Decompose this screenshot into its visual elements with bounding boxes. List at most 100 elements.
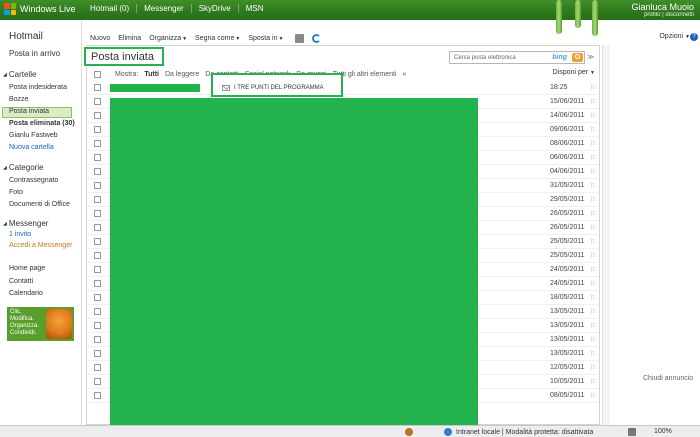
flag-icon[interactable]: ⚐ bbox=[590, 280, 596, 288]
new-button[interactable]: Nuovo bbox=[86, 35, 114, 42]
messenger-signin-link[interactable]: Accedi a Messenger bbox=[9, 242, 72, 249]
flag-icon[interactable]: ⚐ bbox=[590, 308, 596, 316]
flag-icon[interactable]: ⚐ bbox=[590, 238, 596, 246]
collapse-chevron-icon[interactable]: ≫ bbox=[587, 53, 594, 61]
filter-unread[interactable]: Da leggere bbox=[165, 71, 199, 78]
flag-icon[interactable]: ⚐ bbox=[590, 392, 596, 400]
sidebar-item-junk[interactable]: Posta indesiderata bbox=[9, 84, 67, 91]
flag-icon[interactable]: ⚐ bbox=[590, 210, 596, 218]
flag-icon[interactable]: ⚐ bbox=[590, 182, 596, 190]
row-checkbox[interactable] bbox=[94, 364, 101, 371]
refresh-icon[interactable] bbox=[312, 33, 322, 43]
row-checkbox[interactable] bbox=[94, 252, 101, 259]
row-checkbox[interactable] bbox=[94, 140, 101, 147]
select-all-checkbox[interactable] bbox=[94, 70, 101, 78]
sidebar-link-contacts[interactable]: Contatti bbox=[9, 278, 33, 285]
row-checkbox[interactable] bbox=[94, 378, 101, 385]
row-checkbox[interactable] bbox=[94, 154, 101, 161]
hotmail-title[interactable]: Hotmail bbox=[9, 31, 43, 42]
search-box[interactable]: Cerca posta elettronica bing bbox=[449, 51, 585, 64]
sidebar-item-fastweb[interactable]: Gianlu Fastweb bbox=[9, 132, 58, 139]
flag-icon[interactable]: ⚐ bbox=[590, 224, 596, 232]
row-checkbox[interactable] bbox=[94, 294, 101, 301]
row-checkbox[interactable] bbox=[94, 238, 101, 245]
sidebar-item-sent[interactable]: Posta inviata bbox=[2, 107, 72, 118]
messenger-invite-link[interactable]: 1 invito bbox=[9, 231, 31, 238]
security-zone[interactable]: Intranet locale | Modalità protetta: dis… bbox=[444, 428, 593, 436]
row-checkbox[interactable] bbox=[94, 168, 101, 175]
flag-icon[interactable]: ⚐ bbox=[590, 322, 596, 330]
row-checkbox[interactable] bbox=[94, 392, 101, 399]
row-checkbox[interactable] bbox=[94, 196, 101, 203]
row-checkbox[interactable] bbox=[94, 84, 101, 91]
settings-icon[interactable] bbox=[628, 428, 636, 436]
help-icon[interactable]: ? bbox=[690, 33, 698, 41]
close-ad-link[interactable]: Chiudi annuncio bbox=[643, 375, 693, 382]
row-checkbox[interactable] bbox=[94, 280, 101, 287]
flag-icon[interactable]: ⚐ bbox=[590, 294, 596, 302]
sidebar-item-inbox[interactable]: Posta in arrivo bbox=[9, 49, 60, 58]
sidebar-item-deleted[interactable]: Posta eliminata (30) bbox=[9, 120, 75, 127]
highlighted-message-subject[interactable]: I TRE PUNTI DEL PROGRAMMA bbox=[211, 73, 343, 97]
categories-section[interactable]: ◢ Categorie bbox=[3, 163, 44, 172]
sort-menu[interactable]: Disponi per ▼ bbox=[553, 69, 595, 76]
search-icon[interactable] bbox=[572, 53, 583, 62]
nav-hotmail[interactable]: Hotmail (0) bbox=[90, 4, 136, 13]
new-folder-link[interactable]: Nuova cartella bbox=[9, 144, 54, 151]
row-checkbox[interactable] bbox=[94, 182, 101, 189]
nav-messenger[interactable]: Messenger bbox=[136, 4, 191, 13]
flag-icon[interactable]: ⚐ bbox=[590, 168, 596, 176]
nav-msn[interactable]: MSN bbox=[237, 4, 271, 13]
row-checkbox[interactable] bbox=[94, 210, 101, 217]
print-icon[interactable] bbox=[295, 33, 305, 43]
flag-icon[interactable]: ⚐ bbox=[590, 378, 596, 386]
zoom-level[interactable]: 100% bbox=[654, 428, 672, 435]
sidebar-item-office-docs[interactable]: Documenti di Office bbox=[9, 201, 70, 208]
user-links[interactable]: profilo | disconnetti bbox=[631, 12, 694, 18]
flag-icon[interactable]: ⚐ bbox=[590, 84, 596, 92]
sidebar-item-flagged[interactable]: Contrassegnato bbox=[9, 177, 58, 184]
sidebar-link-home[interactable]: Home page bbox=[9, 265, 45, 272]
delete-button[interactable]: Elimina bbox=[114, 35, 145, 42]
folders-section[interactable]: ◢ Cartelle bbox=[3, 70, 36, 79]
user-name[interactable]: Gianluca Muoio bbox=[631, 2, 694, 12]
row-checkbox[interactable] bbox=[94, 126, 101, 133]
sidebar-item-photos[interactable]: Foto bbox=[9, 189, 23, 196]
row-checkbox[interactable] bbox=[94, 112, 101, 119]
sidebar-link-calendar[interactable]: Calendario bbox=[9, 290, 43, 297]
messenger-section[interactable]: ◢ Messenger bbox=[3, 219, 48, 228]
flag-icon[interactable]: ⚐ bbox=[590, 154, 596, 162]
filter-all[interactable]: Tutti bbox=[144, 71, 159, 78]
flag-icon[interactable]: ⚐ bbox=[590, 350, 596, 358]
flag-icon[interactable]: ⚐ bbox=[590, 252, 596, 260]
zone-label: Intranet locale | Modalità protetta: dis… bbox=[456, 428, 594, 436]
row-checkbox[interactable] bbox=[94, 350, 101, 357]
row-checkbox[interactable] bbox=[94, 308, 101, 315]
flag-icon[interactable]: ⚐ bbox=[590, 266, 596, 274]
chevron-left-icon[interactable]: « bbox=[403, 71, 407, 78]
row-checkbox[interactable] bbox=[94, 98, 101, 105]
flag-icon[interactable]: ⚐ bbox=[590, 364, 596, 372]
flag-icon[interactable]: ⚐ bbox=[590, 140, 596, 148]
windows-live-logo[interactable]: Windows Live bbox=[4, 3, 76, 15]
sidebar-item-drafts[interactable]: Bozze bbox=[9, 96, 28, 103]
search-input[interactable]: Cerca posta elettronica bbox=[454, 55, 516, 61]
vertical-scrollbar[interactable] bbox=[602, 45, 610, 425]
row-checkbox[interactable] bbox=[94, 336, 101, 343]
row-checkbox[interactable] bbox=[94, 266, 101, 273]
flag-icon[interactable]: ⚐ bbox=[590, 112, 596, 120]
user-menu[interactable]: Gianluca Muoio profilo | disconnetti bbox=[631, 2, 694, 18]
options-menu[interactable]: Opzioni ▼ bbox=[659, 33, 690, 40]
organize-menu[interactable]: Organizza▼ bbox=[145, 35, 191, 42]
flag-icon[interactable]: ⚐ bbox=[590, 196, 596, 204]
flag-icon[interactable]: ⚐ bbox=[590, 336, 596, 344]
flag-icon[interactable]: ⚐ bbox=[590, 98, 596, 106]
nav-skydrive[interactable]: SkyDrive bbox=[190, 4, 238, 13]
promo-banner[interactable]: Clic. Modifica. Organizza. Condividi. bbox=[7, 307, 74, 341]
row-checkbox[interactable] bbox=[94, 322, 101, 329]
row-date: 26/05/2011 bbox=[550, 210, 585, 217]
mark-as-menu[interactable]: Segna come▼ bbox=[191, 35, 244, 42]
row-checkbox[interactable] bbox=[94, 224, 101, 231]
flag-icon[interactable]: ⚐ bbox=[590, 126, 596, 134]
move-to-menu[interactable]: Sposta in▼ bbox=[244, 35, 287, 42]
